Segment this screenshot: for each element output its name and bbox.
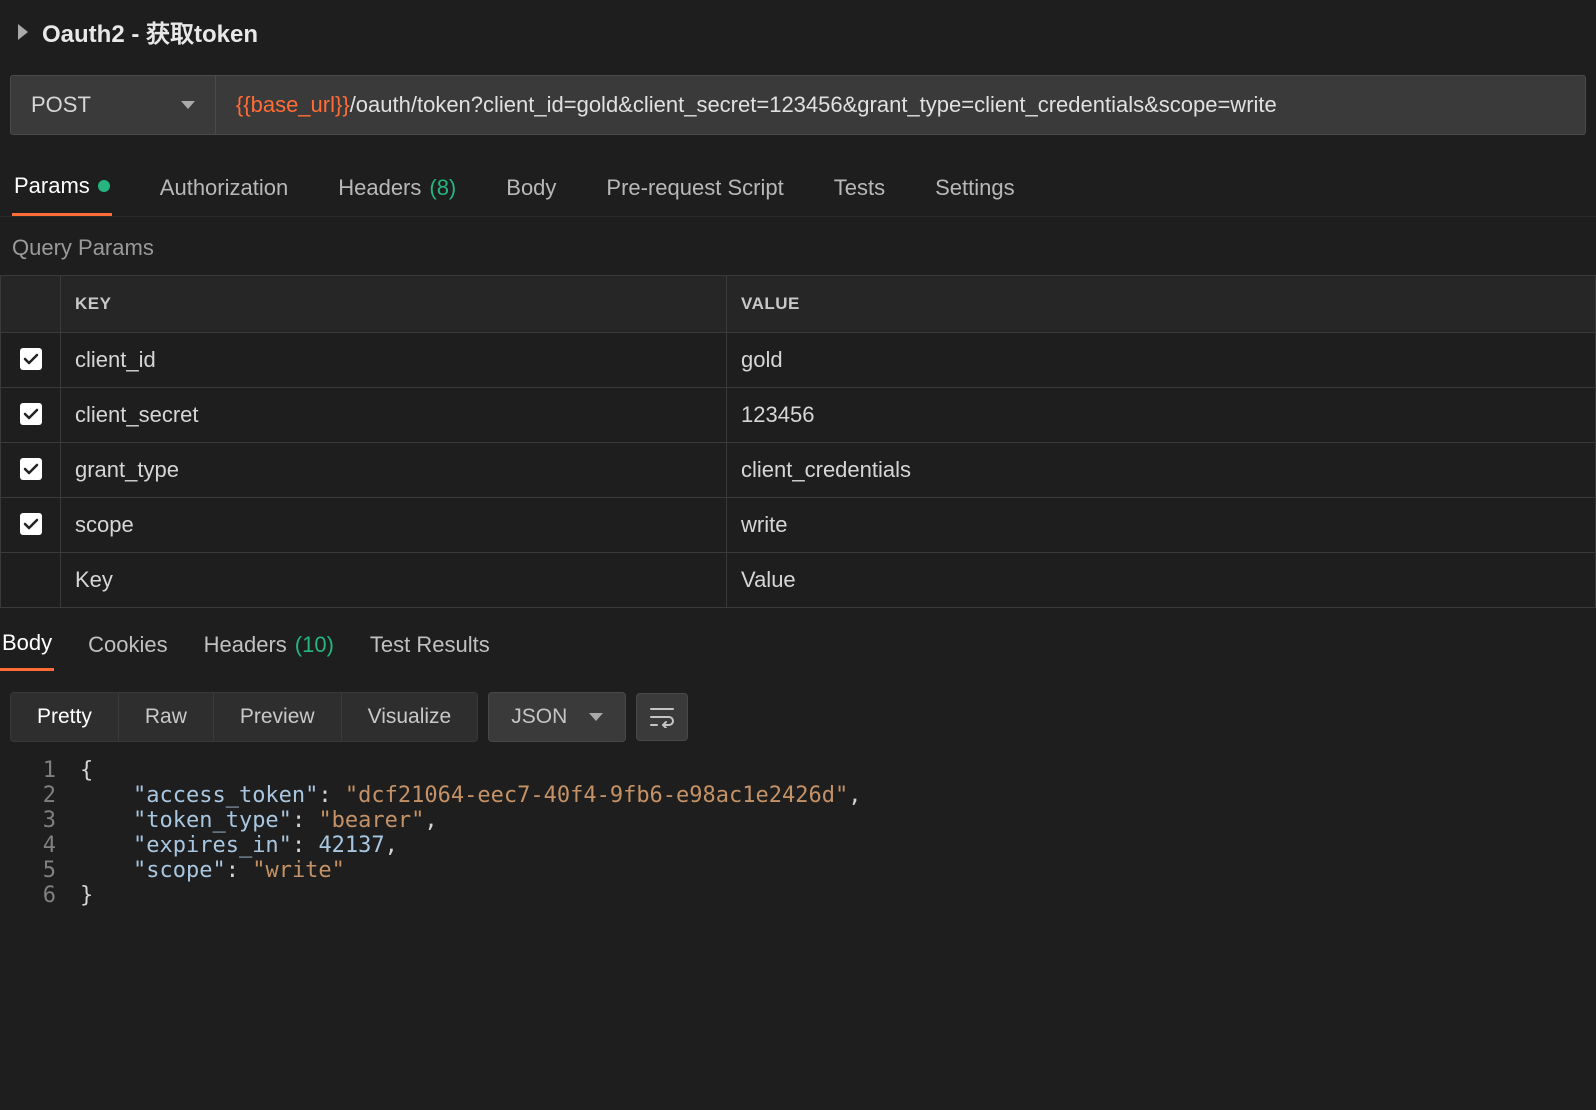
view-mode-group: Pretty Raw Preview Visualize <box>10 692 478 742</box>
param-value-cell[interactable]: client_credentials <box>727 443 1596 498</box>
table-row: client_idgold <box>1 333 1596 388</box>
table-row: grant_typeclient_credentials <box>1 443 1596 498</box>
param-key-cell[interactable]: grant_type <box>61 443 727 498</box>
query-params-table: KEY VALUE client_idgoldclient_secret1234… <box>0 275 1596 608</box>
param-value-cell[interactable]: write <box>727 498 1596 553</box>
code-line: 6} <box>0 883 1596 908</box>
view-pretty[interactable]: Pretty <box>11 693 119 741</box>
line-number: 3 <box>0 808 80 833</box>
line-number: 5 <box>0 858 80 883</box>
format-select[interactable]: JSON <box>488 692 626 742</box>
param-key-input[interactable]: Key <box>61 553 727 608</box>
tab-tests[interactable]: Tests <box>832 165 887 216</box>
row-checkbox[interactable] <box>20 513 42 535</box>
line-number: 4 <box>0 833 80 858</box>
url-variable: {{base_url}} <box>236 92 350 118</box>
row-checkbox[interactable] <box>20 403 42 425</box>
param-value-input[interactable]: Value <box>727 553 1596 608</box>
http-method-label: POST <box>31 92 91 118</box>
resp-tab-test-results[interactable]: Test Results <box>368 626 492 671</box>
wrap-lines-button[interactable] <box>636 693 688 741</box>
tab-params-label: Params <box>14 173 90 199</box>
params-header-checkbox <box>1 276 61 333</box>
line-number: 6 <box>0 883 80 908</box>
headers-count: (8) <box>429 175 456 201</box>
code-line: 5 "scope": "write" <box>0 858 1596 883</box>
view-preview[interactable]: Preview <box>214 693 342 741</box>
view-raw[interactable]: Raw <box>119 693 214 741</box>
table-row-new: KeyValue <box>1 553 1596 608</box>
param-key-cell[interactable]: client_id <box>61 333 727 388</box>
params-header-key: KEY <box>61 276 727 333</box>
param-value-cell[interactable]: 123456 <box>727 388 1596 443</box>
chevron-down-icon <box>181 101 195 109</box>
row-checkbox[interactable] <box>20 348 42 370</box>
param-key-cell[interactable]: scope <box>61 498 727 553</box>
request-title-row: Oauth2 - 获取token <box>0 0 1596 75</box>
param-value-cell[interactable]: gold <box>727 333 1596 388</box>
code-line: 1{ <box>0 758 1596 783</box>
chevron-right-icon[interactable] <box>18 24 28 40</box>
tab-headers-label: Headers <box>338 175 421 201</box>
request-url-input[interactable]: {{base_url}}/oauth/token?client_id=gold&… <box>216 75 1586 135</box>
resp-tab-headers[interactable]: Headers (10) <box>202 626 336 671</box>
url-path: /oauth/token?client_id=gold&client_secre… <box>350 92 1277 118</box>
response-toolbar: Pretty Raw Preview Visualize JSON <box>0 682 1596 752</box>
query-params-label: Query Params <box>0 217 1596 275</box>
code-line: 2 "access_token": "dcf21064-eec7-40f4-9f… <box>0 783 1596 808</box>
tab-settings[interactable]: Settings <box>933 165 1017 216</box>
params-header-value: VALUE <box>727 276 1596 333</box>
tab-authorization[interactable]: Authorization <box>158 165 290 216</box>
line-number: 2 <box>0 783 80 808</box>
tab-params[interactable]: Params <box>12 165 112 216</box>
tab-prerequest[interactable]: Pre-request Script <box>604 165 785 216</box>
tab-body[interactable]: Body <box>504 165 558 216</box>
code-line: 3 "token_type": "bearer", <box>0 808 1596 833</box>
resp-headers-count: (10) <box>295 632 334 658</box>
request-url-row: POST {{base_url}}/oauth/token?client_id=… <box>10 75 1586 135</box>
response-tabs: Body Cookies Headers (10) Test Results <box>0 608 1596 682</box>
http-method-select[interactable]: POST <box>10 75 216 135</box>
resp-tab-headers-label: Headers <box>204 632 287 658</box>
request-title: Oauth2 - 获取token <box>42 14 258 49</box>
params-active-dot-icon <box>98 180 110 192</box>
resp-tab-cookies[interactable]: Cookies <box>86 626 169 671</box>
row-checkbox-empty <box>1 553 61 608</box>
param-key-cell[interactable]: client_secret <box>61 388 727 443</box>
line-number: 1 <box>0 758 80 783</box>
resp-tab-body[interactable]: Body <box>0 626 54 671</box>
tab-headers[interactable]: Headers (8) <box>336 165 458 216</box>
table-row: scopewrite <box>1 498 1596 553</box>
code-line: 4 "expires_in": 42137, <box>0 833 1596 858</box>
format-label: JSON <box>511 705 567 729</box>
request-tabs: Params Authorization Headers (8) Body Pr… <box>0 165 1596 217</box>
table-row: client_secret123456 <box>1 388 1596 443</box>
view-visualize[interactable]: Visualize <box>342 693 478 741</box>
response-body-viewer[interactable]: 1{2 "access_token": "dcf21064-eec7-40f4-… <box>0 752 1596 908</box>
chevron-down-icon <box>589 713 603 721</box>
row-checkbox[interactable] <box>20 458 42 480</box>
